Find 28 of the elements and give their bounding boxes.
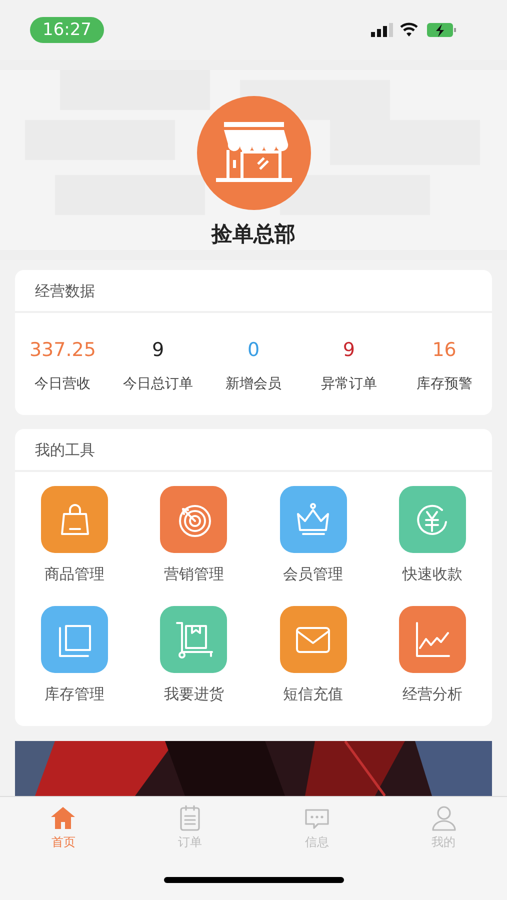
tool-button[interactable]: 短信充值: [254, 606, 373, 704]
stat-value: 337.25: [29, 339, 96, 361]
tool-button[interactable]: 营销管理: [134, 486, 254, 584]
stat-label: 今日总订单: [123, 375, 194, 393]
stat-label: 库存预警: [416, 375, 472, 393]
stat-value: 0: [247, 339, 260, 361]
tool-button[interactable]: 商品管理: [15, 486, 134, 584]
tool-button[interactable]: 库存管理: [15, 606, 134, 704]
card-title: 经营数据: [15, 270, 492, 313]
tool-button[interactable]: 快速收款: [372, 486, 492, 584]
tool-button[interactable]: 会员管理: [254, 486, 373, 584]
stat-label: 今日营收: [34, 375, 91, 393]
stat-value: 9: [342, 339, 355, 361]
tool-button[interactable]: 经营分析: [372, 606, 492, 704]
cart-icon: [174, 620, 214, 660]
user-icon: [430, 804, 458, 832]
tool-button[interactable]: 我要进货: [134, 606, 254, 704]
home-icon: [49, 804, 78, 832]
store-name: 捡单总部: [212, 221, 296, 248]
stat-value: 9: [152, 339, 164, 361]
signal-icon: [371, 23, 393, 37]
stat-value: 16: [432, 339, 456, 361]
card-title: 我的工具: [15, 429, 492, 472]
battery-icon: [427, 23, 456, 37]
wifi-icon: [400, 22, 418, 36]
stat-label: 新增会员: [225, 375, 282, 393]
status-time: 16:27: [30, 17, 104, 43]
stat-label: 异常订单: [320, 375, 377, 393]
